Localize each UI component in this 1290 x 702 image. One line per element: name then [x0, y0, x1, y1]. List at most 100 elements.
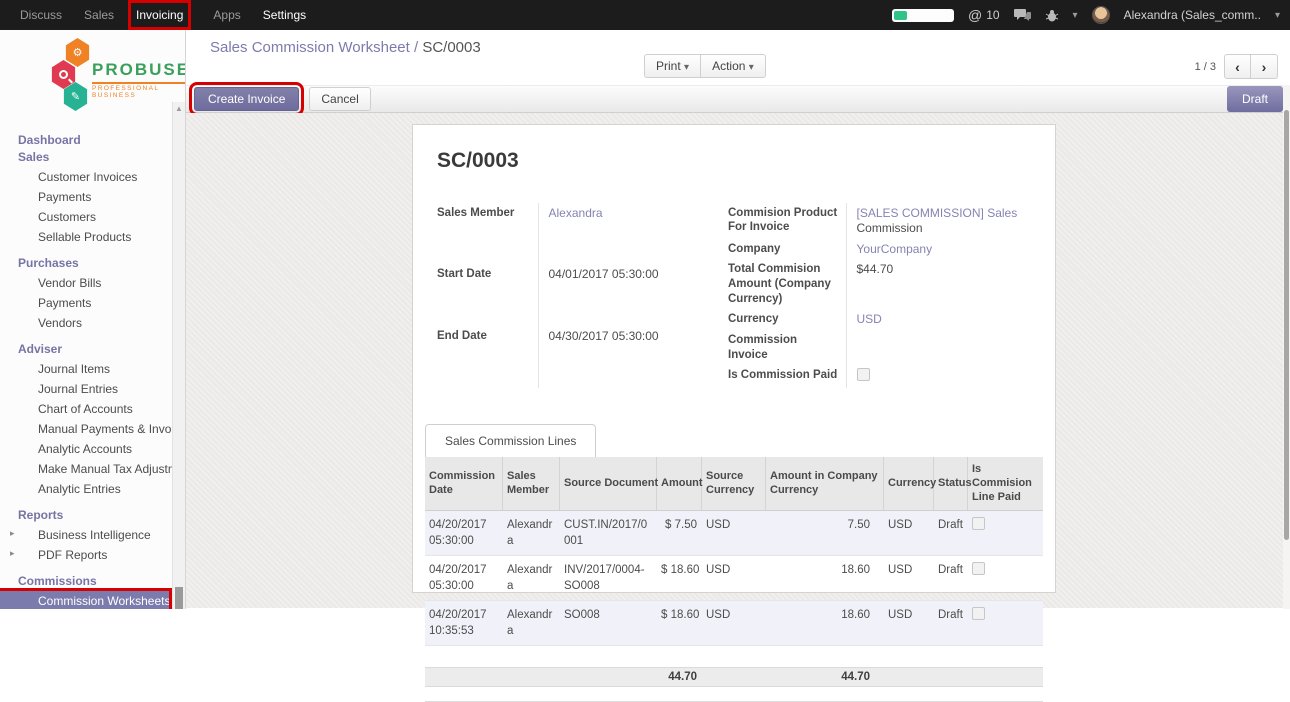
- field-value-start-date: 04/01/2017 05:30:00: [538, 265, 724, 327]
- field-value-end-date: 04/30/2017 05:30:00: [538, 326, 724, 388]
- is-commission-paid-checkbox[interactable]: [857, 368, 870, 381]
- col-header-is-paid[interactable]: Is Commision Line Paid: [968, 457, 1043, 510]
- timer-progress-segment: [894, 11, 907, 20]
- pager-next-button[interactable]: ›: [1251, 54, 1278, 79]
- col-header-status[interactable]: Status: [934, 457, 968, 510]
- at-icon: @: [968, 7, 982, 23]
- status-badge-draft[interactable]: Draft: [1227, 86, 1283, 112]
- user-caret-icon[interactable]: ▾: [1275, 10, 1280, 21]
- top-navbar: Discuss Sales Invoicing Apps Settings @ …: [0, 0, 1290, 30]
- sidebar-item-journal-entries[interactable]: Journal Entries: [0, 379, 185, 399]
- menu-apps[interactable]: Apps: [213, 8, 240, 22]
- sidebar-item-commission-worksheets[interactable]: Commission Worksheets: [0, 591, 169, 609]
- cell-amount: $ 7.50: [657, 511, 702, 555]
- sidebar: ⚙ ✎ PROBUSE PROFESSIONAL BUSINESS Dashbo…: [0, 30, 186, 609]
- col-header-amount-company[interactable]: Amount in Company Currency: [766, 457, 884, 510]
- scroll-up-arrow-icon[interactable]: ▲: [173, 102, 185, 113]
- col-header-source-document[interactable]: Source Document: [560, 457, 657, 510]
- sidebar-item-journal-items[interactable]: Journal Items: [0, 359, 185, 379]
- field-value-commission-product: [SALES COMMISSION] SalesCommission: [846, 203, 1041, 239]
- user-menu[interactable]: Alexandra (Sales_comm..: [1124, 8, 1261, 22]
- sidebar-item-customers[interactable]: Customers: [0, 207, 185, 227]
- sidebar-item-business-intelligence[interactable]: ▸Business Intelligence: [0, 525, 185, 545]
- menu-sales[interactable]: Sales: [84, 8, 114, 22]
- sidebar-item-chart-of-accounts[interactable]: Chart of Accounts: [0, 399, 185, 419]
- sidebar-scrollbar[interactable]: ▲: [172, 102, 185, 609]
- menu-discuss[interactable]: Discuss: [20, 8, 62, 22]
- sidebar-nav: Dashboard Sales Customer Invoices Paymen…: [0, 130, 185, 609]
- menu-invoicing[interactable]: Invoicing: [136, 8, 183, 22]
- tab-sales-commission-lines[interactable]: Sales Commission Lines: [425, 424, 596, 457]
- debug-bug-icon[interactable]: [1045, 8, 1059, 22]
- line-paid-checkbox[interactable]: [972, 562, 985, 575]
- table-row[interactable]: 04/20/2017 05:30:00 Alexandra INV/2017/0…: [425, 556, 1043, 601]
- col-header-amount[interactable]: Amount: [657, 457, 702, 510]
- sidebar-item-sellable-products[interactable]: Sellable Products: [0, 227, 185, 247]
- notebook: Sales Commission Lines Commission Date S…: [425, 424, 1043, 702]
- field-value-company[interactable]: YourCompany: [857, 242, 933, 256]
- main-scrollbar[interactable]: [1283, 85, 1290, 609]
- field-value-commission-invoice: [846, 330, 1041, 365]
- breadcrumb-parent[interactable]: Sales Commission Worksheet: [210, 39, 410, 56]
- menu-settings[interactable]: Settings: [263, 8, 306, 22]
- table-row[interactable]: 04/20/2017 05:30:00 Alexandra CUST.IN/20…: [425, 511, 1043, 556]
- sidebar-heading-purchases[interactable]: Purchases: [0, 253, 185, 273]
- create-invoice-button[interactable]: Create Invoice: [194, 87, 299, 111]
- sidebar-scrollbar-thumb[interactable]: [175, 587, 183, 609]
- sidebar-item-pdf-reports[interactable]: ▸PDF Reports: [0, 545, 185, 565]
- activities-counter[interactable]: @ 10: [968, 7, 1000, 23]
- sidebar-item-payments[interactable]: Payments: [0, 187, 185, 207]
- field-value-currency[interactable]: USD: [857, 312, 882, 326]
- print-dropdown-button[interactable]: Print ▾: [644, 54, 701, 78]
- col-header-commission-date[interactable]: Commission Date: [425, 457, 503, 510]
- field-label-sales-member: Sales Member: [437, 203, 538, 265]
- action-dropdown-button[interactable]: Action ▾: [701, 54, 766, 78]
- commission-product-link[interactable]: [SALES COMMISSION] Sales: [857, 206, 1018, 220]
- field-groups: Sales Member Alexandra Start Date 04/01/…: [437, 203, 1043, 388]
- cell-doc: CUST.IN/2017/0001: [560, 511, 657, 555]
- cancel-button[interactable]: Cancel: [309, 87, 370, 111]
- field-group-left: Sales Member Alexandra Start Date 04/01/…: [437, 203, 724, 388]
- line-paid-checkbox[interactable]: [972, 517, 985, 530]
- field-label-commission-invoice: Commission Invoice: [728, 330, 846, 365]
- field-label-start-date: Start Date: [437, 265, 538, 327]
- sidebar-item-tax-adjustments[interactable]: Make Manual Tax Adjustme...: [0, 459, 185, 479]
- table-row[interactable]: 04/20/2017 10:35:53 Alexandra SO008 $ 18…: [425, 601, 1043, 646]
- col-header-source-currency[interactable]: Source Currency: [702, 457, 766, 510]
- breadcrumb: Sales Commission Worksheet / SC/0003: [210, 39, 481, 56]
- sidebar-heading-commissions[interactable]: Commissions: [0, 571, 185, 591]
- record-title: SC/0003: [437, 149, 1043, 173]
- record-pager: 1 / 3 ‹ ›: [1195, 54, 1278, 79]
- sidebar-item-analytic-entries[interactable]: Analytic Entries: [0, 479, 185, 499]
- sidebar-item-payments-purchase[interactable]: Payments: [0, 293, 185, 313]
- expand-arrow-icon: ▸: [10, 548, 15, 559]
- total-amount: 44.70: [657, 668, 702, 686]
- field-value-sales-member[interactable]: Alexandra: [549, 206, 603, 220]
- total-amount-company: 44.70: [766, 668, 884, 686]
- col-header-sales-member[interactable]: Sales Member: [503, 457, 560, 510]
- sidebar-heading-dashboard[interactable]: Dashboard: [0, 130, 185, 150]
- sidebar-heading-sales[interactable]: Sales: [0, 150, 185, 167]
- field-label-end-date: End Date: [437, 326, 538, 388]
- cell-currency: USD: [884, 556, 934, 600]
- sidebar-item-vendors[interactable]: Vendors: [0, 313, 185, 333]
- timer-pill-icon[interactable]: [892, 9, 954, 22]
- sidebar-item-manual-payments[interactable]: Manual Payments & Invoice...: [0, 419, 185, 439]
- cell-date: 04/20/2017 05:30:00: [425, 556, 503, 600]
- cell-member: Alexandra: [503, 511, 560, 555]
- logo-title: PROBUSE: [92, 60, 186, 80]
- sidebar-item-vendor-bills[interactable]: Vendor Bills: [0, 273, 185, 293]
- main-area: Sales Commission Worksheet / SC/0003 Pri…: [186, 30, 1290, 609]
- sidebar-heading-reports[interactable]: Reports: [0, 505, 185, 525]
- main-scrollbar-thumb[interactable]: [1284, 110, 1289, 540]
- user-avatar[interactable]: [1092, 6, 1110, 24]
- pager-previous-button[interactable]: ‹: [1224, 54, 1251, 79]
- debug-caret-icon[interactable]: ▾: [1073, 10, 1078, 21]
- col-header-currency[interactable]: Currency: [884, 457, 934, 510]
- messages-icon[interactable]: [1014, 8, 1031, 22]
- sidebar-heading-adviser[interactable]: Adviser: [0, 339, 185, 359]
- sidebar-item-analytic-accounts[interactable]: Analytic Accounts: [0, 439, 185, 459]
- caret-down-icon: ▾: [684, 62, 689, 73]
- sidebar-item-customer-invoices[interactable]: Customer Invoices: [0, 167, 185, 187]
- breadcrumb-current: SC/0003: [422, 39, 480, 56]
